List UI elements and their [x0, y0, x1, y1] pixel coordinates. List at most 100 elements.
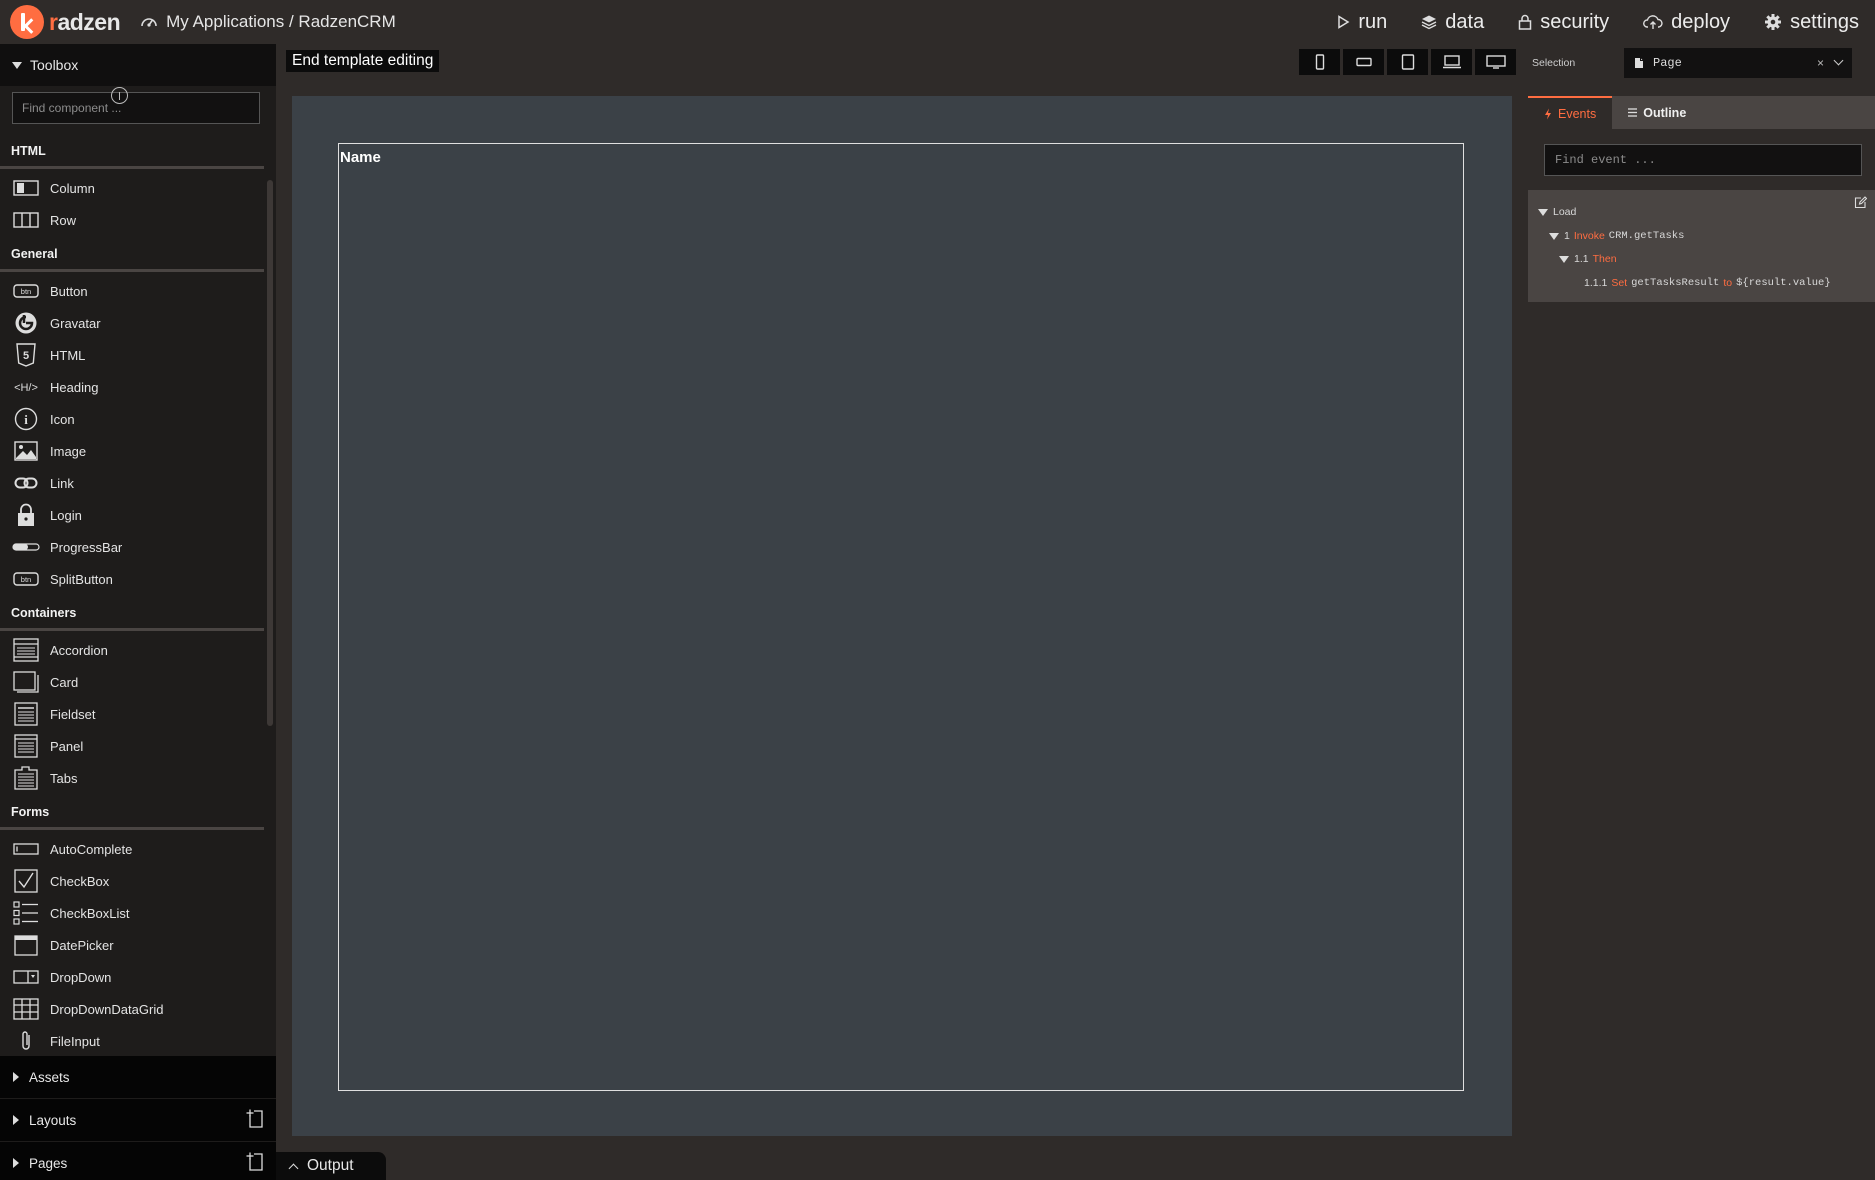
nav-run[interactable]: run: [1336, 11, 1387, 34]
fieldset-icon: [12, 702, 40, 726]
toolbox-scrollbar[interactable]: [267, 180, 273, 726]
list-icon: [1628, 108, 1638, 117]
template-name-label[interactable]: Name: [340, 149, 381, 166]
toolbox-item-accordion[interactable]: Accordion: [0, 634, 265, 666]
nav-settings[interactable]: settings: [1764, 11, 1859, 34]
calendar-icon: [12, 933, 40, 957]
template-container[interactable]: Name: [338, 143, 1464, 1091]
nav-data-label: data: [1445, 10, 1485, 33]
nav-data[interactable]: data: [1421, 11, 1484, 34]
chevron-down-icon[interactable]: [1833, 55, 1844, 66]
tab-events[interactable]: Events: [1528, 96, 1613, 129]
toolbox-item-datepicker[interactable]: DatePicker: [0, 929, 265, 961]
clear-selection-icon[interactable]: ×: [1817, 56, 1824, 70]
toolbox-item-dropdown[interactable]: DropDown: [0, 961, 265, 993]
category-forms: Forms: [0, 797, 264, 830]
toolbox-item-progressbar[interactable]: ProgressBar: [0, 531, 265, 563]
toolbox-item-link[interactable]: Link: [0, 467, 265, 499]
toolbox-list: HTML Column Row General btn Button Grava…: [0, 136, 265, 1056]
laptop-icon: [1442, 55, 1461, 69]
toolbox-item-checkbox[interactable]: CheckBox: [0, 865, 265, 897]
selection-dropdown[interactable]: Page ×: [1624, 48, 1852, 78]
toolbox-item-card[interactable]: Card: [0, 666, 265, 698]
nav-security[interactable]: security: [1518, 11, 1609, 34]
output-label: Output: [307, 1157, 354, 1174]
edit-event-icon[interactable]: [1854, 196, 1867, 209]
toolbox-item-label: ProgressBar: [50, 539, 123, 555]
step-keyword: Set: [1611, 277, 1628, 289]
event-step-invoke[interactable]: 1 Invoke CRM.getTasks: [1549, 230, 1684, 242]
toolbox-item-label: DropDownDataGrid: [50, 1001, 164, 1017]
toolbox-item-gravatar[interactable]: Gravatar: [0, 307, 265, 339]
info-icon: i: [12, 407, 40, 431]
toolbox-item-panel[interactable]: Panel: [0, 730, 265, 762]
add-page-icon[interactable]: [246, 1152, 264, 1172]
dropdown-icon: [12, 965, 40, 989]
toolbox-item-fieldset[interactable]: Fieldset: [0, 698, 265, 730]
end-template-editing-button[interactable]: End template editing: [286, 50, 440, 72]
category-general: General: [0, 239, 264, 272]
toolbox-item-heading[interactable]: <H/> Heading: [0, 371, 265, 403]
svg-text:btn: btn: [21, 575, 31, 584]
find-component-input[interactable]: [12, 92, 260, 124]
toolbox-item-login[interactable]: Login: [0, 499, 265, 531]
event-step-set[interactable]: 1.1.1 Set getTasksResult to ${result.val…: [1584, 277, 1831, 289]
page-design-surface[interactable]: Name: [292, 96, 1512, 1136]
section-pages-label: Pages: [29, 1155, 68, 1171]
autocomplete-icon: [12, 837, 40, 861]
logo-text: radzen: [49, 8, 121, 36]
toolbox-item-fileinput[interactable]: FileInput: [0, 1025, 265, 1056]
toolbox-item-label: DropDown: [50, 969, 112, 985]
device-phone-landscape[interactable]: [1343, 49, 1384, 75]
tabs-icon: [12, 766, 40, 790]
breadcrumb[interactable]: My Applications / RadzenCRM: [140, 12, 396, 32]
toolbox-item-icon[interactable]: i Icon: [0, 403, 265, 435]
nav-security-label: security: [1540, 10, 1610, 33]
phone-landscape-icon: [1355, 57, 1372, 67]
toolbox-item-tabs[interactable]: Tabs: [0, 762, 265, 794]
device-phone-portrait[interactable]: [1299, 49, 1340, 75]
selection-row: Selection Page ×: [1528, 44, 1875, 82]
section-layouts[interactable]: Layouts: [0, 1099, 276, 1141]
nav-deploy-label: deploy: [1671, 10, 1731, 33]
device-tablet-portrait[interactable]: [1387, 49, 1428, 75]
toolbox-title: Toolbox: [30, 57, 79, 73]
logo-text-rest: adzen: [57, 8, 121, 35]
nav-deploy[interactable]: deploy: [1643, 11, 1730, 34]
step-number: 1.1.1: [1584, 277, 1608, 289]
event-step-then[interactable]: 1.1 Then: [1559, 253, 1621, 265]
toolbox-item-dropdowndatagrid[interactable]: DropDownDataGrid: [0, 993, 265, 1025]
toolbox-item-label: CheckBoxList: [50, 905, 130, 921]
tab-events-label: Events: [1558, 106, 1597, 121]
toolbox-header[interactable]: Toolbox: [0, 44, 276, 86]
toolbox-item-column[interactable]: Column: [0, 172, 265, 204]
find-event-input[interactable]: [1544, 144, 1862, 176]
toolbox-item-autocomplete[interactable]: AutoComplete: [0, 833, 265, 865]
breadcrumb-text[interactable]: My Applications / RadzenCRM: [166, 12, 396, 32]
toolbox-item-button[interactable]: btn Button: [0, 275, 265, 307]
radzen-logo[interactable]: radzen: [10, 0, 121, 44]
toolbox-item-checkboxlist[interactable]: CheckBoxList: [0, 897, 265, 929]
toolbox-item-label: Fieldset: [50, 706, 96, 722]
device-tablet-landscape[interactable]: [1431, 49, 1472, 75]
toolbox-item-label: FileInput: [50, 1033, 100, 1049]
toolbox-item-html[interactable]: 5 HTML: [0, 339, 265, 371]
selection-label: Selection: [1532, 57, 1576, 69]
output-panel-toggle[interactable]: Output: [276, 1152, 386, 1180]
section-pages[interactable]: Pages: [0, 1142, 276, 1180]
step-target: getTasksResult: [1631, 277, 1720, 289]
toolbox-item-label: Tabs: [50, 770, 78, 786]
toolbox-item-label: Button: [50, 283, 88, 299]
chevron-up-icon: [288, 1163, 299, 1173]
add-layout-icon[interactable]: [246, 1109, 264, 1129]
toolbox-item-label: Link: [50, 475, 74, 491]
tab-outline[interactable]: Outline: [1612, 96, 1702, 129]
section-assets[interactable]: Assets: [0, 1056, 276, 1098]
toolbox-item-label: Gravatar: [50, 315, 101, 331]
toolbox-item-splitbutton[interactable]: btn SplitButton: [0, 563, 265, 595]
toolbox-item-image[interactable]: Image: [0, 435, 265, 467]
toolbox-item-label: Heading: [50, 379, 99, 395]
device-desktop[interactable]: [1475, 49, 1516, 75]
event-load[interactable]: Load: [1538, 206, 1576, 218]
toolbox-item-row[interactable]: Row: [0, 204, 265, 236]
